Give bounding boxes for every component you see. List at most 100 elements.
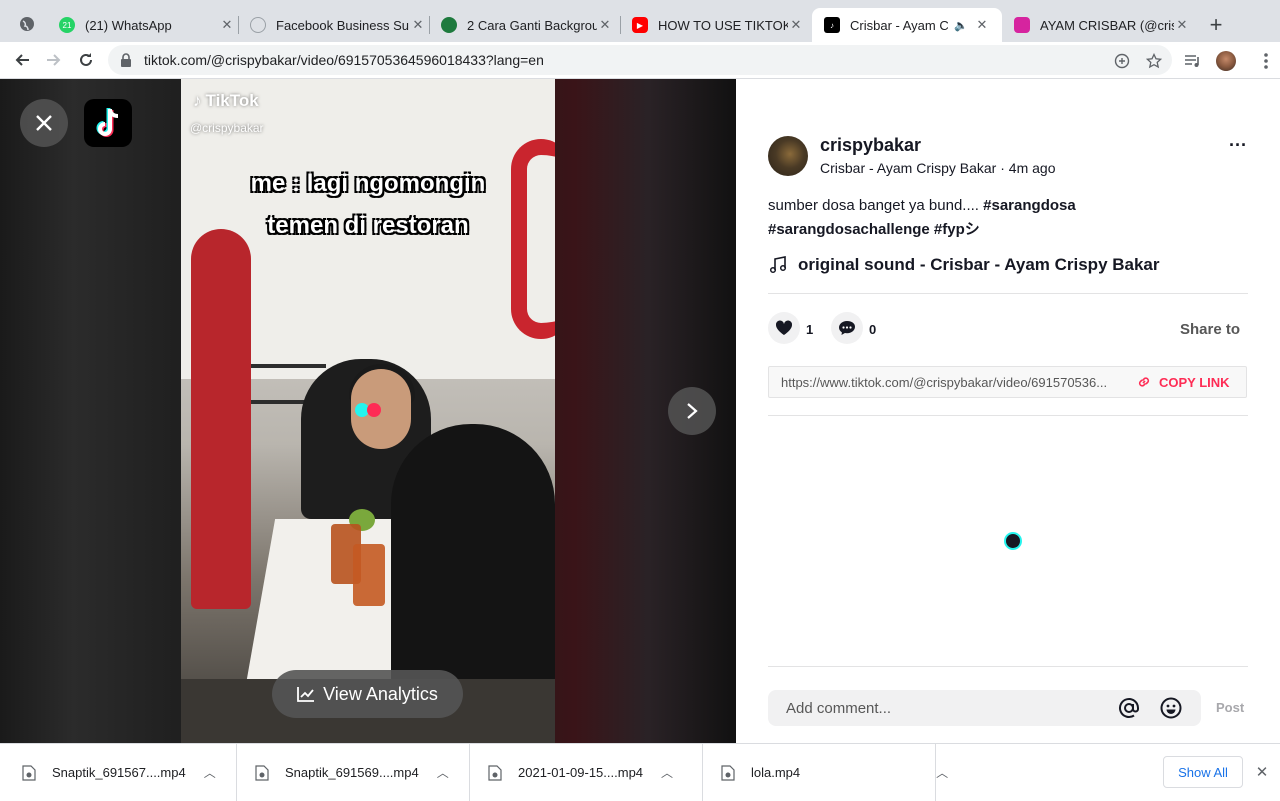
tab-separator xyxy=(238,16,239,34)
link-icon xyxy=(1138,377,1150,387)
post-comment-button[interactable]: Post xyxy=(1216,700,1244,715)
hashtag-link[interactable]: #sarangdosachallenge xyxy=(768,221,930,238)
divider xyxy=(469,744,470,801)
view-analytics-label: View Analytics xyxy=(323,683,438,704)
tab-cara-ganti[interactable]: 2 Cara Ganti Backgrou ✕ xyxy=(441,8,613,42)
tab-close-icon[interactable]: ✕ xyxy=(1174,17,1190,33)
copy-link-button[interactable]: COPY LINK xyxy=(1137,375,1230,390)
chevron-up-icon[interactable]: ︿ xyxy=(204,764,216,781)
comment-button[interactable] xyxy=(831,312,863,344)
tiktok-icon xyxy=(96,108,119,137)
hashtag-link[interactable]: #sarangdosa xyxy=(983,197,1076,214)
lock-icon[interactable] xyxy=(120,53,132,67)
show-all-downloads-button[interactable]: Show All xyxy=(1163,756,1243,788)
tab-close-icon[interactable]: ✕ xyxy=(410,17,426,33)
caption-line: temen di restoran xyxy=(267,212,469,239)
tab-youtube[interactable]: ▶ HOW TO USE TIKTOK ✕ xyxy=(632,8,804,42)
chevron-up-icon[interactable]: ︿ xyxy=(936,764,948,781)
media-controls-button[interactable] xyxy=(1183,51,1203,71)
divider xyxy=(236,744,237,801)
chevron-right-icon xyxy=(687,403,698,419)
tab-tiktok-active[interactable]: ♪ Crisbar - Ayam Cri 🔈 ✕ xyxy=(812,8,1002,42)
audio-playing-icon[interactable]: 🔈 xyxy=(954,19,968,32)
browser-toolbar: tiktok.com/@crispybakar/video/6915705364… xyxy=(0,42,1280,79)
author-nickname-time: Crisbar - Ayam Crispy Bakar · 4m ago xyxy=(820,160,1056,176)
download-filename: Snaptik_691567....mp4 xyxy=(52,765,186,780)
music-link[interactable]: original sound - Crisbar - Ayam Crispy B… xyxy=(768,255,1160,275)
back-button[interactable] xyxy=(10,48,34,72)
download-filename: Snaptik_691569....mp4 xyxy=(285,765,419,780)
more-options-button[interactable]: ··· xyxy=(1226,135,1250,155)
tab-strip: 21 (21) WhatsApp ✕ Facebook Business Su … xyxy=(0,0,1280,42)
view-analytics-button[interactable]: View Analytics xyxy=(272,670,463,718)
bookmark-button[interactable] xyxy=(1144,51,1164,71)
new-tab-button[interactable]: + xyxy=(1204,12,1228,37)
tiktok-logo[interactable] xyxy=(84,99,132,147)
like-button[interactable] xyxy=(768,312,800,344)
file-icon xyxy=(721,764,735,781)
video-caption: me : lagi ngomongin temen di restoran xyxy=(181,163,555,247)
comment-input[interactable]: Add comment... xyxy=(768,690,1201,726)
download-item[interactable]: Snaptik_691567....mp4 ︿ xyxy=(22,744,216,801)
reload-button[interactable] xyxy=(74,48,98,72)
share-to-label: Share to xyxy=(1180,321,1241,338)
download-item[interactable]: Snaptik_691569....mp4 ︿ xyxy=(255,744,449,801)
emoji-icon[interactable] xyxy=(1159,696,1183,720)
tab-close-icon[interactable]: ✕ xyxy=(788,17,804,33)
tiktok-note-icon: ♪ xyxy=(193,91,202,110)
post-time: 4m ago xyxy=(1008,160,1056,176)
tab-close-icon[interactable]: ✕ xyxy=(597,17,613,33)
download-item[interactable]: lola.mp4 ︿ xyxy=(721,744,948,801)
mention-icon[interactable] xyxy=(1117,696,1141,720)
profile-avatar[interactable] xyxy=(1216,51,1236,71)
download-item[interactable]: 2021-01-09-15....mp4 ︿ xyxy=(488,744,673,801)
tab-title: 2 Cara Ganti Backgrou xyxy=(467,17,597,33)
tab-instagram[interactable]: AYAM CRISBAR (@cris ✕ xyxy=(1014,8,1190,42)
meta-separator: · xyxy=(996,160,1009,176)
avatar xyxy=(1216,51,1236,71)
tab-whatsapp[interactable]: 21 (21) WhatsApp ✕ xyxy=(59,8,235,42)
tab-title: HOW TO USE TIKTOK xyxy=(658,17,788,33)
address-bar[interactable]: tiktok.com/@crispybakar/video/6915705364… xyxy=(108,45,1172,75)
tab-close-icon[interactable]: ✕ xyxy=(219,17,235,33)
youtube-icon: ▶ xyxy=(632,17,648,33)
menu-button[interactable] xyxy=(1256,51,1276,71)
tab-title: (21) WhatsApp xyxy=(85,17,172,33)
chevron-up-icon[interactable]: ︿ xyxy=(661,764,673,781)
author-username[interactable]: crispybakar xyxy=(820,135,921,156)
music-note-icon xyxy=(769,256,787,274)
add-site-button[interactable] xyxy=(1112,51,1132,71)
watermark-handle: @crispybakar xyxy=(190,121,264,135)
divider xyxy=(702,744,703,801)
forward-button[interactable] xyxy=(42,48,66,72)
divider xyxy=(768,293,1248,294)
tab-facebook-business[interactable]: Facebook Business Su ✕ xyxy=(250,8,426,42)
star-icon xyxy=(1146,53,1162,69)
caption-line: me : lagi ngomongin xyxy=(250,170,486,197)
plus-circle-icon xyxy=(1114,53,1130,69)
share-link-box: https://www.tiktok.com/@crispybakar/vide… xyxy=(768,366,1247,398)
file-icon xyxy=(22,764,36,781)
whatsapp-icon: 21 xyxy=(59,17,75,33)
arrow-right-icon xyxy=(47,54,61,66)
globe-icon[interactable] xyxy=(19,16,35,32)
next-video-button[interactable] xyxy=(668,387,716,435)
hashtag-link[interactable]: #fypシ xyxy=(934,221,980,238)
tab-close-icon[interactable]: ✕ xyxy=(974,17,990,33)
avatar[interactable] xyxy=(768,136,808,176)
close-icon xyxy=(36,115,52,131)
instagram-icon xyxy=(1014,17,1030,33)
tab-title: AYAM CRISBAR (@cris xyxy=(1040,17,1174,33)
video-detail-panel: crispybakar Crisbar - Ayam Crispy Bakar … xyxy=(736,79,1280,743)
video-scene-drink xyxy=(353,544,385,606)
analytics-icon xyxy=(297,687,315,702)
close-download-shelf-icon[interactable]: ✕ xyxy=(1254,764,1270,781)
tab-title: Crisbar - Ayam Cri xyxy=(850,17,949,33)
tiktok-icon: ♪ xyxy=(824,17,840,33)
divider xyxy=(768,415,1248,416)
share-link-text[interactable]: https://www.tiktok.com/@crispybakar/vide… xyxy=(781,375,1127,390)
loading-dots-icon xyxy=(355,403,381,417)
chevron-up-icon[interactable]: ︿ xyxy=(437,764,449,781)
close-video-button[interactable] xyxy=(20,99,68,147)
music-title: original sound - Crisbar - Ayam Crispy B… xyxy=(798,255,1160,274)
